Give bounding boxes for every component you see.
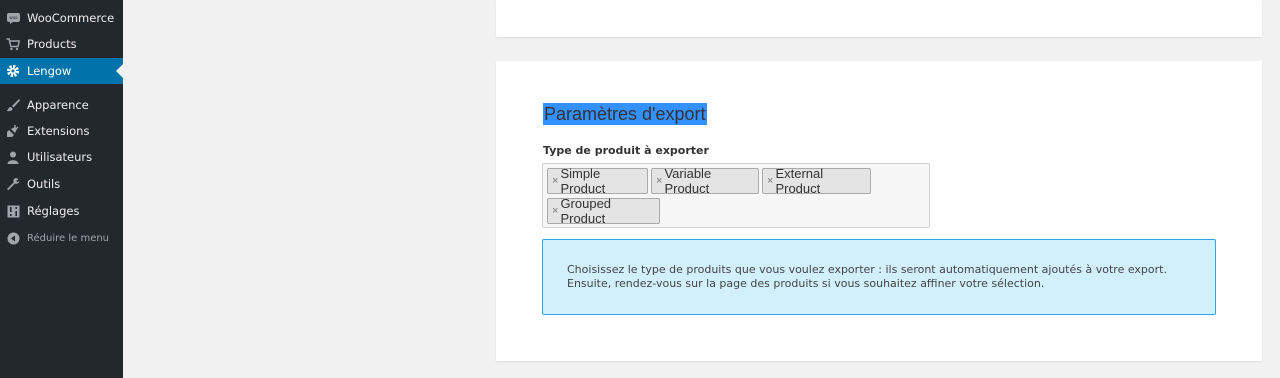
sidebar-item-extensions[interactable]: Extensions <box>0 118 123 144</box>
product-type-label: Type de produit à exporter <box>543 144 709 157</box>
sidebar-item-label: Réglages <box>27 204 80 218</box>
collapse-menu-button[interactable]: Réduire le menu <box>0 225 123 251</box>
tag-label: External Product <box>775 166 824 196</box>
user-icon <box>6 150 20 164</box>
section-title: Paramètres d'export <box>543 103 707 125</box>
tag-variable-product: × Variable Product <box>651 166 759 196</box>
tag-label: Grouped Product <box>560 196 612 226</box>
wrench-icon <box>6 177 20 191</box>
product-type-multiselect[interactable]: × Simple Product × Variable Product × Ex… <box>542 163 930 228</box>
cart-icon <box>6 37 20 51</box>
svg-text:woo: woo <box>9 15 18 20</box>
info-notice: Choisissez le type de produits que vous … <box>542 239 1216 315</box>
sidebar-item-label: Extensions <box>27 124 90 138</box>
remove-tag-button[interactable]: × <box>656 175 662 187</box>
collapse-arrow-icon <box>6 231 20 245</box>
sidebar-item-reglages[interactable]: Réglages <box>0 198 123 224</box>
sidebar-item-label: Utilisateurs <box>27 150 93 164</box>
sidebar-item-utilisateurs[interactable]: Utilisateurs <box>0 144 123 170</box>
top-settings-card <box>496 0 1262 37</box>
sidebar-item-lengow[interactable]: Lengow <box>0 58 123 84</box>
gear-icon <box>6 64 20 78</box>
sidebar-item-label: Apparence <box>27 98 89 112</box>
tag-simple-product: × Simple Product <box>547 166 648 196</box>
sidebar-item-label: WooCommerce <box>27 11 115 25</box>
sidebar-item-outils[interactable]: Outils <box>0 171 123 197</box>
settings-icon <box>6 204 20 218</box>
remove-tag-button[interactable]: × <box>552 205 558 217</box>
tag-grouped-product: × Grouped Product <box>547 196 660 226</box>
sidebar-item-apparence[interactable]: Apparence <box>0 92 123 118</box>
remove-tag-button[interactable]: × <box>767 175 773 187</box>
sidebar-item-products[interactable]: Products <box>0 31 123 57</box>
paintbrush-icon <box>6 98 20 112</box>
info-text-line: Choisissez le type de produits que vous … <box>567 263 1167 276</box>
tag-label: Variable Product <box>664 166 712 196</box>
sidebar-item-woocommerce[interactable]: woo WooCommerce <box>0 5 123 31</box>
collapse-menu-label: Réduire le menu <box>27 232 110 244</box>
admin-sidebar: woo WooCommerce Products Lengow Apparenc… <box>0 0 123 378</box>
tag-external-product: × External Product <box>762 166 871 196</box>
sidebar-item-label: Lengow <box>27 64 72 78</box>
woocommerce-icon: woo <box>6 11 20 25</box>
sidebar-item-label: Outils <box>27 177 61 191</box>
info-text-line: Ensuite, rendez-vous sur la page des pro… <box>567 277 1045 290</box>
remove-tag-button[interactable]: × <box>552 175 558 187</box>
tag-label: Simple Product <box>560 166 606 196</box>
plugin-icon <box>6 124 20 138</box>
sidebar-item-label: Products <box>27 37 77 51</box>
